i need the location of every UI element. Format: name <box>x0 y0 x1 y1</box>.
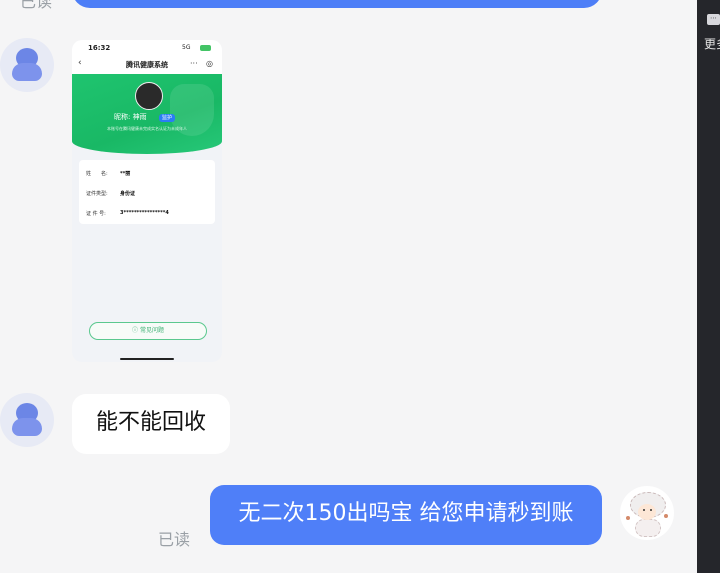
guardian-tag: 监护 <box>159 114 176 122</box>
info-row-id-number: 证 件 号: 3****************4 <box>86 210 169 217</box>
help-icon: ⓘ <box>132 327 140 334</box>
info-value: 3****************4 <box>120 210 169 216</box>
contact-avatar[interactable] <box>0 38 54 92</box>
incoming-message-bubble[interactable]: 能不能回收 <box>72 394 231 454</box>
more-icon[interactable]: ⋯ <box>707 14 720 25</box>
battery-icon <box>200 45 211 51</box>
auth-description: 本账号在腾讯健康未完成实名认证为未成年人 <box>107 126 187 131</box>
info-label: 证 件 号: <box>86 211 106 217</box>
decoration-dot-icon <box>626 516 630 520</box>
info-label: 证件类型: <box>86 191 108 197</box>
screenshot-title: 腾讯健康系统 <box>126 61 168 69</box>
screenshot-status-bar: 16:32 5G <box>72 40 222 56</box>
info-row-id-type: 证件类型: 身份证 <box>86 190 135 197</box>
previous-message-bubble[interactable] <box>72 0 602 8</box>
more-label[interactable]: 更多 <box>704 35 720 52</box>
self-avatar[interactable] <box>620 486 674 540</box>
home-indicator <box>120 358 174 360</box>
avatar-body-icon <box>12 418 42 436</box>
info-row-name: 姓 名: **丽 <box>86 170 130 177</box>
screenshot-time: 16:32 <box>88 44 111 52</box>
health-header: 昵称: 神雨 监护 本账号在腾讯健康未完成实名认证为未成年人 <box>72 74 222 154</box>
signal-icon: 5G <box>182 44 191 51</box>
target-icon: ◎ <box>206 59 213 68</box>
faq-button: ⓘ 常见问题 <box>89 322 207 340</box>
more-dots-icon: ··· <box>190 59 198 68</box>
identity-info-card: 姓 名: **丽 证件类型: 身份证 证 件 号: 3*************… <box>79 160 215 224</box>
read-status-bottom: 已读 <box>158 530 191 549</box>
faq-label: 常见问题 <box>139 327 164 334</box>
user-avatar <box>135 82 163 110</box>
info-label: 姓 名: <box>86 171 108 177</box>
info-value: **丽 <box>120 171 131 177</box>
sheep-eye-icon <box>650 509 652 511</box>
nickname: 昵称: 神雨 <box>114 113 147 121</box>
sheep-body-icon <box>635 519 661 537</box>
sheep-eye-icon <box>643 509 645 511</box>
outgoing-message-bubble[interactable]: 无二次150出吗宝 给您申请秒到账 <box>210 485 602 545</box>
decoration-dot-icon <box>664 514 668 518</box>
contact-avatar[interactable] <box>0 393 54 447</box>
image-message-screenshot[interactable]: 16:32 5G ‹ 腾讯健康系统 ··· ◎ 昵称: 神雨 监护 本账号在腾讯… <box>72 40 222 362</box>
info-value: 身份证 <box>120 191 136 197</box>
side-panel <box>697 0 720 573</box>
screenshot-nav-bar: ‹ 腾讯健康系统 ··· ◎ <box>72 56 222 74</box>
read-status-top: 已读 <box>20 0 53 11</box>
avatar-body-icon <box>12 63 42 81</box>
sheep-face-icon <box>638 504 656 520</box>
